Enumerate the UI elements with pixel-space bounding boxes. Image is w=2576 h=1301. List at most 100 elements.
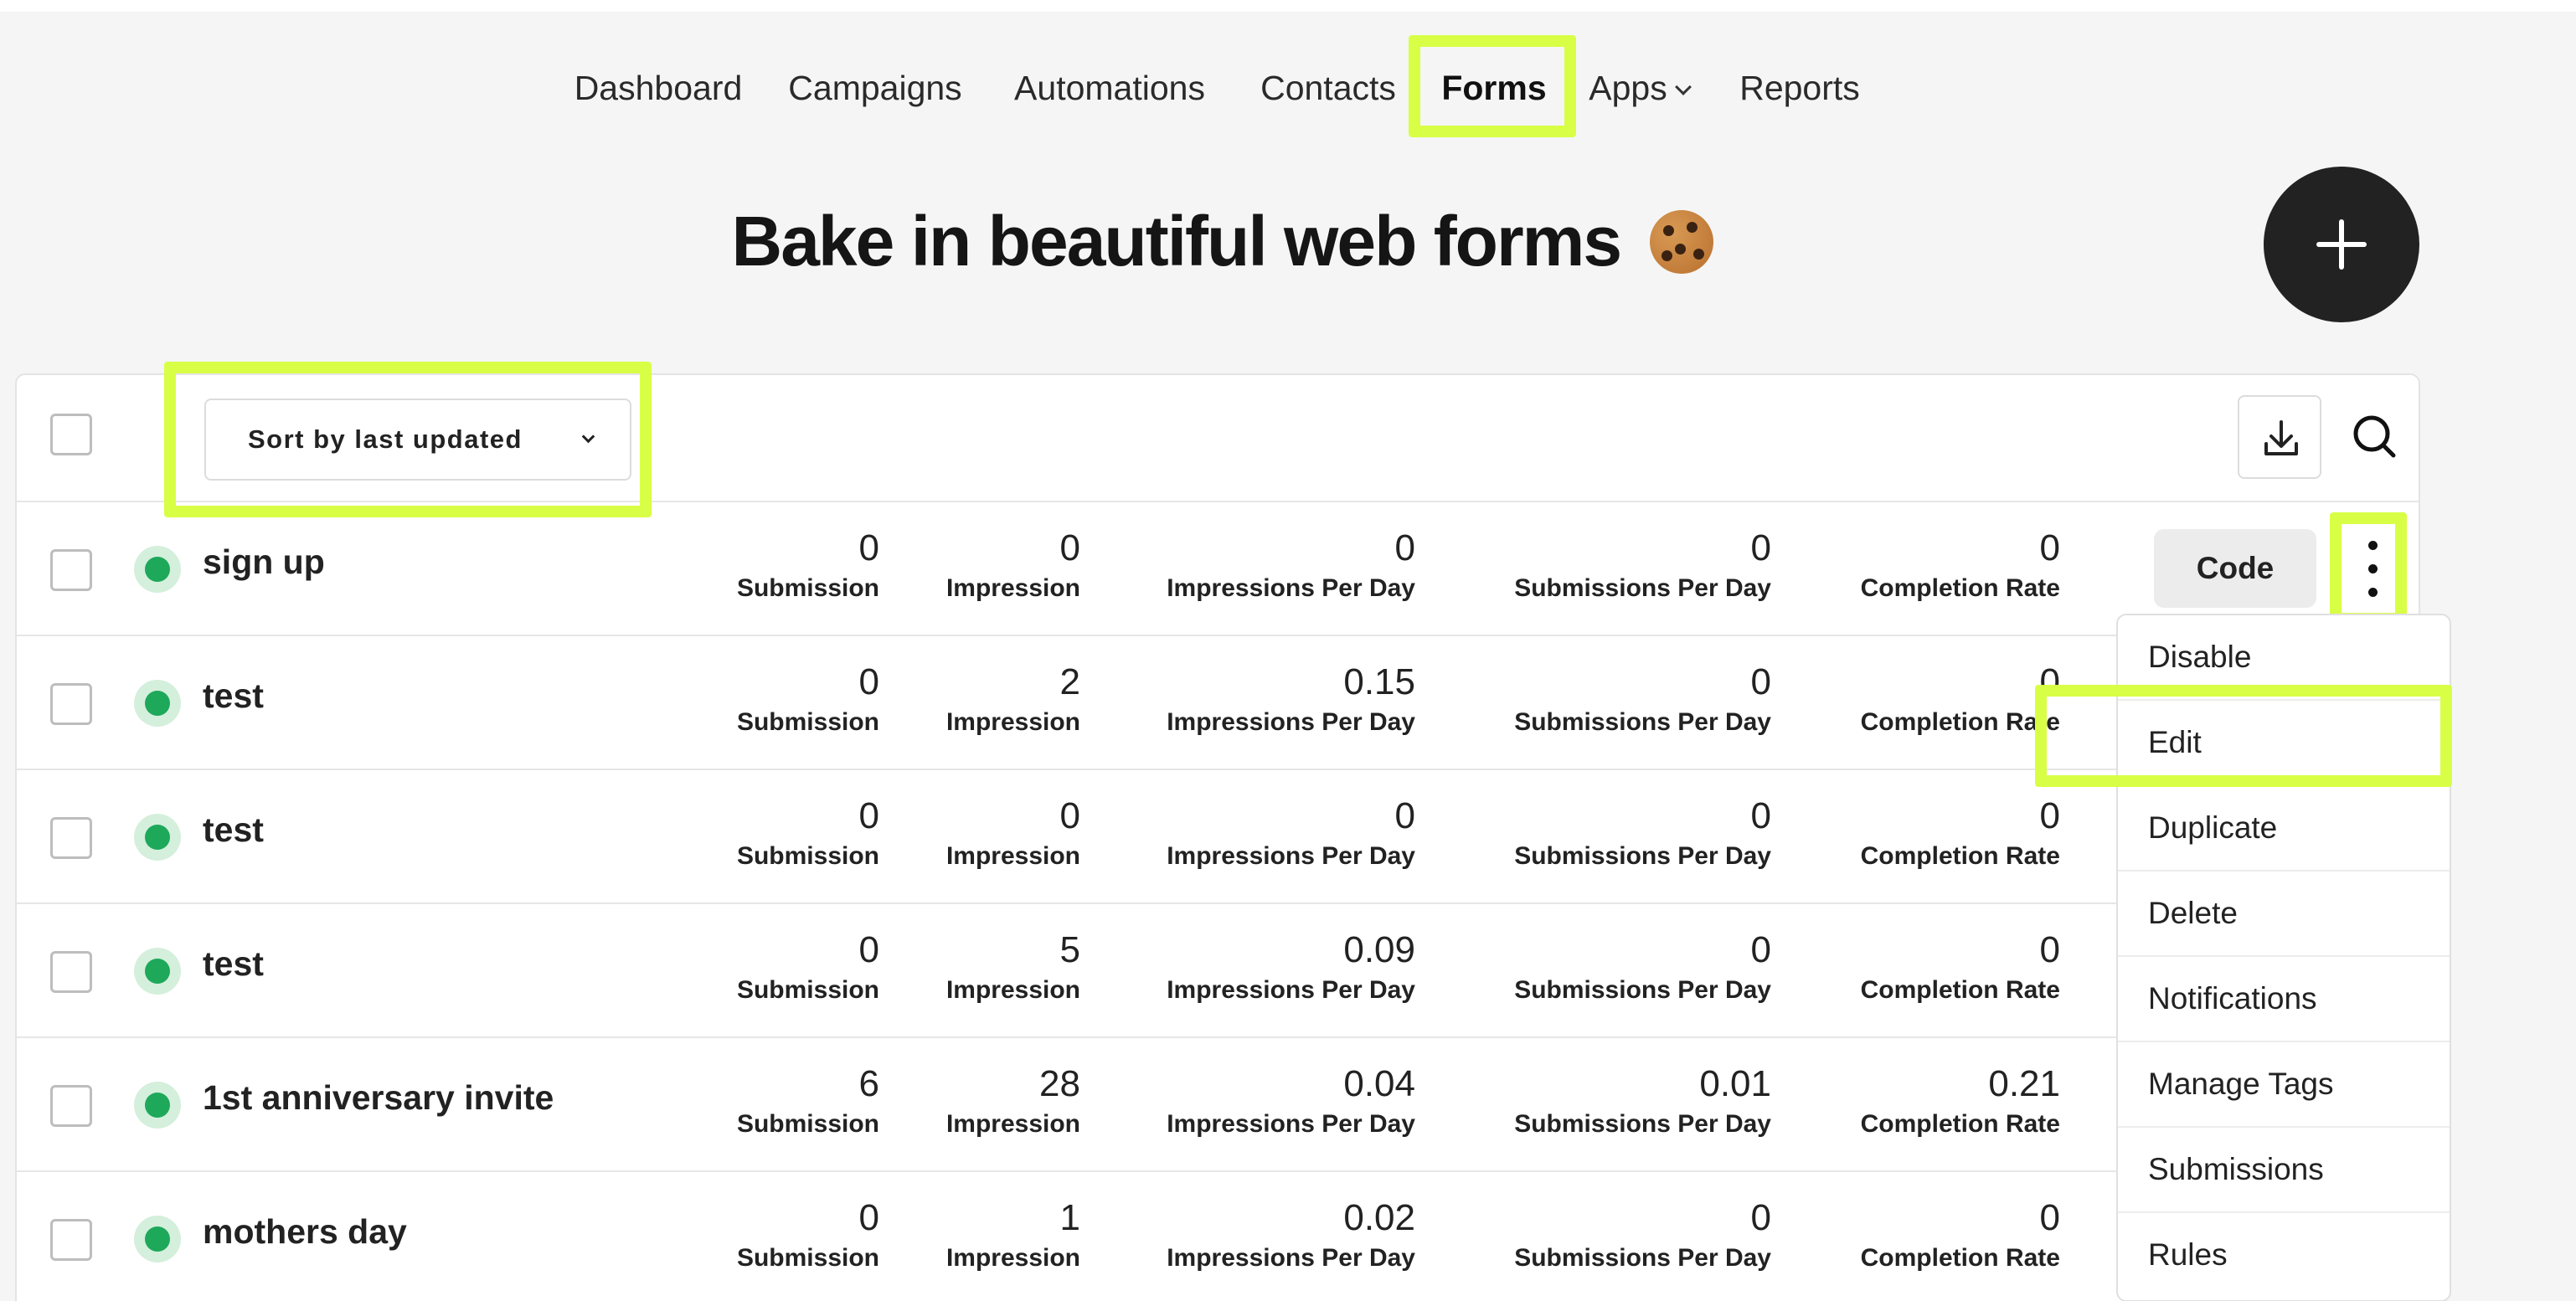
nav-dashboard[interactable]: Dashboard <box>569 42 747 134</box>
metric-label: Completion Rate <box>1860 708 2060 736</box>
row-checkbox[interactable] <box>50 817 92 859</box>
metric-value: 0 <box>1394 527 1415 568</box>
metric-submission: 0 Submission <box>712 660 879 740</box>
metric-submission: 6 Submission <box>712 1062 879 1142</box>
metric-label: Impression <box>945 574 1080 602</box>
status-active-icon <box>134 546 181 593</box>
metric-value: 0.04 <box>1343 1063 1415 1104</box>
nav-forms[interactable]: Forms <box>1437 42 1551 134</box>
table-row[interactable]: test 0 Submission 5 Impression 0.09 Impress… <box>17 904 2419 1038</box>
status-active-icon <box>134 814 181 861</box>
table-row[interactable]: mothers day 0 Submission 1 Impression 0.02… <box>17 1172 2419 1301</box>
metric-submission: 0 Submission <box>712 928 879 1008</box>
metric-label: Impressions Per Day <box>1167 574 1415 602</box>
form-name[interactable]: mothers day <box>203 1212 407 1252</box>
metric-value: 0 <box>1750 661 1771 702</box>
metric-label: Impression <box>945 1244 1080 1272</box>
menu-item-delete[interactable]: Delete <box>2118 872 2450 957</box>
table-row[interactable]: test 0 Submission 0 Impression 0 Impression… <box>17 770 2419 904</box>
form-name[interactable]: test <box>203 676 264 716</box>
metric-value: 0 <box>858 795 879 836</box>
nav-apps[interactable]: Apps <box>1583 42 1695 134</box>
metric-value: 0 <box>858 929 879 970</box>
metric-value: 2 <box>1059 661 1080 702</box>
nav-contacts[interactable]: Contacts <box>1253 42 1404 134</box>
metric-label: Impression <box>945 708 1080 736</box>
menu-item-disable[interactable]: Disable <box>2118 615 2450 701</box>
menu-item-submissions[interactable]: Submissions <box>2118 1128 2450 1213</box>
metric-value: 0 <box>858 1197 879 1238</box>
table-row[interactable]: sign up 0 Submission 0 Impression 0 Impress… <box>17 502 2419 636</box>
status-active-icon <box>134 1082 181 1129</box>
table-row[interactable]: test 0 Submission 2 Impression 0.15 Impress… <box>17 636 2419 770</box>
table-row[interactable]: 1st anniversary invite 6 Submission 28 Imp… <box>17 1038 2419 1172</box>
row-checkbox[interactable] <box>50 1219 92 1261</box>
select-all-checkbox[interactable] <box>50 414 92 455</box>
metric-value: 0.15 <box>1343 661 1415 702</box>
form-name[interactable]: test <box>203 944 264 984</box>
metric-label: Completion Rate <box>1860 1110 2060 1138</box>
metric-value: 6 <box>858 1063 879 1104</box>
status-active-icon <box>134 1216 181 1262</box>
metric-submissions-per-day: 0.01 Submissions Per Day <box>1474 1062 1771 1142</box>
metric-completion-rate: 0 Completion Rate <box>1826 794 2060 874</box>
metric-label: Completion Rate <box>1860 1244 2060 1272</box>
add-form-button[interactable] <box>2264 167 2419 322</box>
metric-label: Submissions Per Day <box>1514 1110 1771 1138</box>
row-actions-menu: Disable Edit Duplicate Delete Notificati… <box>2116 614 2451 1301</box>
metric-value: 0 <box>1394 795 1415 836</box>
menu-item-rules[interactable]: Rules <box>2118 1213 2450 1298</box>
toolbar: Sort by last updated <box>17 375 2419 502</box>
metric-impression: 5 Impression <box>913 928 1080 1008</box>
metric-label: Submissions Per Day <box>1514 1244 1771 1272</box>
cookie-icon <box>1650 209 1714 274</box>
metric-value: 0 <box>858 661 879 702</box>
metric-impression: 0 Impression <box>913 526 1080 606</box>
forms-panel: Sort by last updated sign up 0 Submission… <box>15 373 2420 1301</box>
metric-value: 0 <box>2039 929 2060 970</box>
nav-campaigns[interactable]: Campaigns <box>784 42 966 134</box>
code-button[interactable]: Code <box>2154 529 2316 608</box>
metric-label: Submission <box>736 1244 879 1272</box>
metric-label: Impressions Per Day <box>1167 1244 1415 1272</box>
metric-value: 0 <box>858 527 879 568</box>
metric-value: 0 <box>1750 795 1771 836</box>
metric-value: 0 <box>1750 527 1771 568</box>
metric-label: Impression <box>945 842 1080 870</box>
metric-label: Impressions Per Day <box>1167 842 1415 870</box>
metric-completion-rate: 0 Completion Rate <box>1826 660 2060 740</box>
menu-item-edit[interactable]: Edit <box>2118 701 2450 786</box>
metric-label: Completion Rate <box>1860 842 2060 870</box>
metric-submissions-per-day: 0 Submissions Per Day <box>1474 526 1771 606</box>
menu-item-notifications[interactable]: Notifications <box>2118 957 2450 1042</box>
nav-reports[interactable]: Reports <box>1734 42 1866 134</box>
menu-item-duplicate[interactable]: Duplicate <box>2118 786 2450 872</box>
metric-value: 1 <box>1059 1197 1080 1238</box>
metric-submissions-per-day: 0 Submissions Per Day <box>1474 928 1771 1008</box>
form-name[interactable]: test <box>203 810 264 850</box>
metric-label: Submission <box>736 708 879 736</box>
metric-value: 0 <box>2039 527 2060 568</box>
search-button[interactable] <box>2333 395 2417 479</box>
row-checkbox[interactable] <box>50 683 92 725</box>
metric-impressions-per-day: 0 Impressions Per Day <box>1131 794 1415 874</box>
metric-label: Submissions Per Day <box>1514 976 1771 1004</box>
metric-submissions-per-day: 0 Submissions Per Day <box>1474 1196 1771 1276</box>
nav-automations[interactable]: Automations <box>1005 42 1214 134</box>
download-button[interactable] <box>2238 395 2321 479</box>
row-checkbox[interactable] <box>50 951 92 993</box>
metric-submissions-per-day: 0 Submissions Per Day <box>1474 660 1771 740</box>
menu-item-manage-tags[interactable]: Manage Tags <box>2118 1042 2450 1128</box>
row-checkbox[interactable] <box>50 549 92 591</box>
row-checkbox[interactable] <box>50 1085 92 1127</box>
form-name[interactable]: sign up <box>203 543 325 582</box>
form-name[interactable]: 1st anniversary invite <box>203 1078 554 1118</box>
metric-submission: 0 Submission <box>712 526 879 606</box>
more-options-button[interactable] <box>2358 541 2388 599</box>
metric-impressions-per-day: 0.09 Impressions Per Day <box>1131 928 1415 1008</box>
sort-label: Sort by last updated <box>248 424 523 454</box>
metric-label: Submissions Per Day <box>1514 574 1771 602</box>
sort-dropdown[interactable]: Sort by last updated <box>204 399 631 481</box>
metric-label: Submission <box>736 1110 879 1138</box>
metric-submission: 0 Submission <box>712 1196 879 1276</box>
